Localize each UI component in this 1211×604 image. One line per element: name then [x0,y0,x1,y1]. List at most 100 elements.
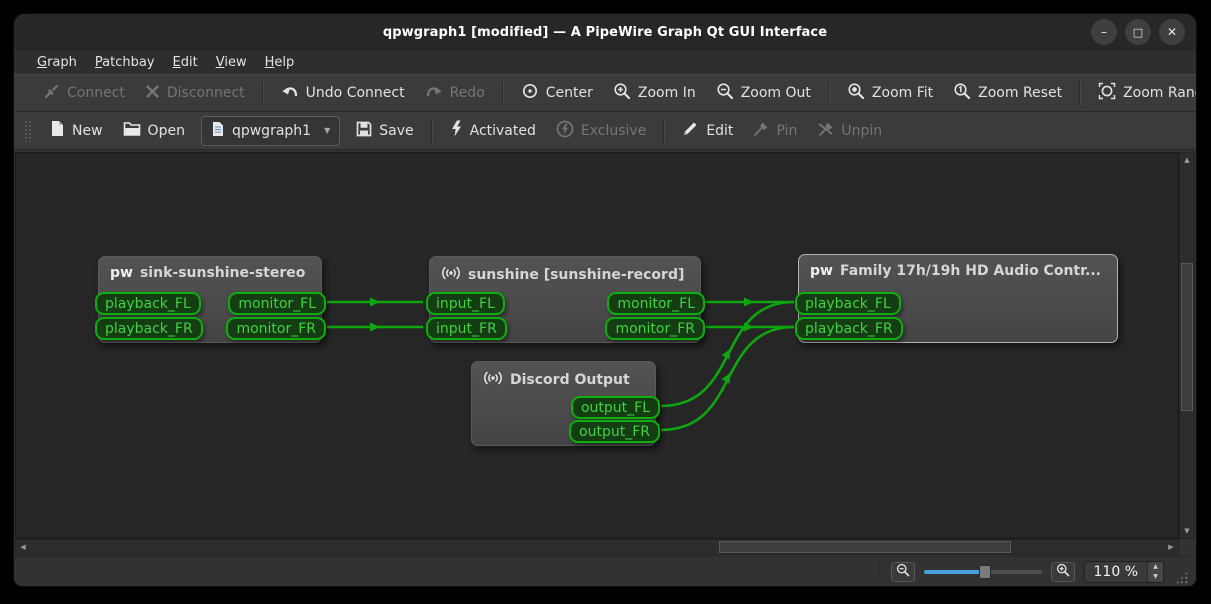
zoom-range-label: Zoom Range [1123,85,1197,101]
toolbar-separator [502,81,504,105]
pin-button[interactable]: Pin [743,115,807,147]
zoom-in-label: Zoom In [638,85,696,101]
connect-button[interactable]: Connect [33,77,135,110]
toolbar-separator [431,119,433,143]
exclusive-label: Exclusive [581,123,646,139]
port-playback-fr[interactable]: playback_FR [795,317,903,340]
activated-button[interactable]: Activated [440,114,546,147]
minimize-button[interactable]: – [1091,19,1117,45]
port-input-fl[interactable]: input_FL [426,292,505,315]
zoom-slider[interactable] [924,565,1042,579]
menu-edit[interactable]: Edit [164,52,207,73]
port-output-fr[interactable]: output_FR [569,420,660,443]
patchbay-profile-value: qpwgraph1 [232,123,311,139]
pin-icon [753,121,769,141]
node-sunshine[interactable]: sunshine [sunshine-record] input_FL inpu… [429,256,701,343]
maximize-button[interactable]: □ [1125,19,1151,45]
pin-label: Pin [776,123,797,139]
center-button[interactable]: Center [511,76,603,110]
unpin-button[interactable]: Unpin [807,115,892,147]
zoom-out-icon [716,82,734,104]
menu-patchbay[interactable]: Patchbay [86,52,164,73]
open-button[interactable]: Open [113,115,195,146]
undo-icon [281,83,299,103]
zoom-range-icon [1098,82,1116,104]
edge-arrow-icon [744,323,754,332]
zoom-in-button[interactable]: Zoom In [603,76,706,110]
new-button[interactable]: New [40,114,113,147]
center-icon [521,82,539,104]
center-label: Center [546,85,593,101]
new-file-icon [50,120,65,141]
graph-canvas[interactable]: pw sink-sunshine-stereo playback_FL play… [15,152,1179,539]
audio-broadcast-icon [483,370,503,390]
scroll-left-icon[interactable]: ◀ [16,540,30,554]
disconnect-button[interactable]: Disconnect [135,78,255,109]
maximize-icon: □ [1133,27,1143,38]
edit-button[interactable]: Edit [672,114,743,147]
port-monitor-fr[interactable]: monitor_FR [605,317,705,340]
open-label: Open [148,123,185,139]
open-folder-icon [123,121,141,140]
window-controls: – □ ✕ [1091,19,1185,45]
unpin-icon [817,121,834,141]
zoom-in-small-button[interactable] [1051,562,1075,582]
port-playback-fl[interactable]: playback_FL [95,292,201,315]
toolbar-drag-handle[interactable] [24,120,31,142]
node-sink-sunshine-stereo[interactable]: pw sink-sunshine-stereo playback_FL play… [98,256,322,343]
undo-connect-button[interactable]: Undo Connect [271,77,415,109]
zoom-fit-icon [847,82,865,104]
save-label: Save [379,123,413,139]
zoom-percent-value: 110 % [1085,562,1147,582]
scroll-up-icon[interactable]: ▲ [1180,153,1194,167]
exclusive-button[interactable]: Exclusive [546,114,656,148]
zoom-reset-icon [953,82,971,104]
node-title-row: Discord Output [472,362,655,390]
port-monitor-fl[interactable]: monitor_FL [228,292,326,315]
statusbar-separator [879,564,880,580]
vertical-scrollbar[interactable]: ▲ ▼ [1179,152,1195,539]
edge-arrow-icon [744,298,754,307]
zoom-slider-handle[interactable] [979,565,991,579]
toolbar-separator [663,119,665,143]
zoom-fit-button[interactable]: Zoom Fit [837,76,943,110]
port-monitor-fl[interactable]: monitor_FL [607,292,705,315]
patchbay-profile-combobox[interactable]: qpwgraph1 ▼ [201,116,340,146]
zoom-range-button[interactable]: Zoom Range [1088,76,1197,110]
zoom-reset-button[interactable]: Zoom Reset [943,76,1072,110]
unpin-label: Unpin [841,123,882,139]
vertical-scrollbar-thumb[interactable] [1181,263,1193,411]
save-button[interactable]: Save [346,115,423,147]
zoom-out-small-button[interactable] [891,562,915,582]
port-output-fl[interactable]: output_FL [571,396,660,419]
port-input-fr[interactable]: input_FR [426,317,507,340]
scroll-down-icon[interactable]: ▼ [1180,524,1194,538]
redo-button[interactable]: Redo [415,77,495,109]
zoom-percent-spinbox[interactable]: 110 % ▲ ▼ [1084,561,1164,583]
zoom-fit-label: Zoom Fit [872,85,933,101]
node-discord-output[interactable]: Discord Output output_FL output_FR [471,361,656,446]
menu-view[interactable]: View [207,52,256,73]
horizontal-scrollbar[interactable]: ◀ ▶ [15,539,1179,555]
edge-arrow-icon [370,323,380,332]
menu-help[interactable]: Help [256,52,304,73]
pipewire-icon: pw [110,265,133,281]
minimize-icon: – [1101,26,1107,38]
scroll-right-icon[interactable]: ▶ [1164,540,1178,554]
node-family-hd-audio[interactable]: pw Family 17h/19h HD Audio Contr... play… [798,254,1118,343]
spin-up-icon[interactable]: ▲ [1148,562,1163,572]
zoom-out-button[interactable]: Zoom Out [706,76,821,110]
menu-graph[interactable]: Graph [28,52,86,73]
horizontal-scrollbar-thumb[interactable] [719,541,1011,553]
spin-down-icon[interactable]: ▼ [1148,572,1163,582]
window-resize-grip[interactable] [1175,571,1188,584]
port-monitor-fr[interactable]: monitor_FR [226,317,326,340]
close-button[interactable]: ✕ [1159,19,1185,45]
port-playback-fr[interactable]: playback_FR [95,317,203,340]
edge-arrow-icon [370,298,380,307]
node-title: Family 17h/19h HD Audio Contr... [840,263,1101,279]
port-playback-fl[interactable]: playback_FL [795,292,901,315]
save-icon [356,121,372,141]
redo-label: Redo [450,85,485,101]
titlebar[interactable]: qpwgraph1 [modified] — A PipeWire Graph … [14,14,1196,50]
